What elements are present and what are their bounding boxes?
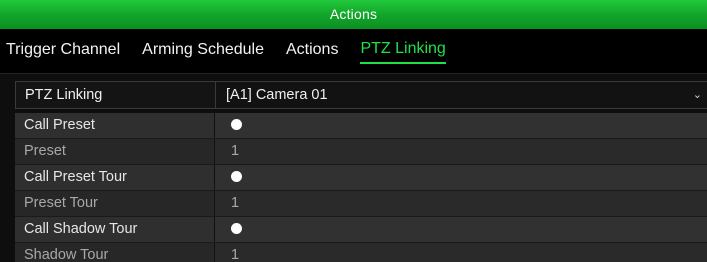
ptz-linking-selected-value: [A1] Camera 01 [226, 87, 328, 103]
call-preset-tour-value [215, 165, 707, 190]
call-preset-value [215, 113, 707, 138]
tab-actions[interactable]: Actions [286, 39, 338, 63]
ptz-linking-form: PTZ Linking [A1] Camera 01 ⌄ Call Preset… [15, 81, 707, 262]
chevron-down-icon[interactable]: ⌄ [693, 82, 702, 108]
tab-trigger-channel[interactable]: Trigger Channel [6, 39, 120, 63]
ptz-linking-row: PTZ Linking [A1] Camera 01 ⌄ [15, 81, 707, 109]
actions-window: Actions Trigger Channel Arming Schedule … [0, 0, 707, 262]
call-preset-row: Call Preset [15, 113, 707, 139]
call-preset-tour-radio[interactable] [231, 170, 242, 182]
call-preset-tour-row: Call Preset Tour [15, 165, 707, 191]
preset-tour-field[interactable]: 1 [215, 191, 707, 216]
tab-ptz-linking[interactable]: PTZ Linking [360, 38, 446, 64]
call-shadow-tour-value [215, 217, 707, 242]
call-shadow-tour-row: Call Shadow Tour [15, 217, 707, 243]
ptz-linking-select[interactable]: [A1] Camera 01 ⌄ [216, 82, 707, 108]
preset-label: Preset [15, 139, 215, 164]
preset-row: Preset 1 [15, 139, 707, 165]
shadow-tour-label: Shadow Tour [15, 243, 215, 262]
call-shadow-tour-label: Call Shadow Tour [15, 217, 215, 242]
shadow-tour-row: Shadow Tour 1 [15, 243, 707, 262]
preset-tour-label: Preset Tour [15, 191, 215, 216]
call-preset-tour-label: Call Preset Tour [15, 165, 215, 190]
call-preset-radio[interactable] [231, 118, 242, 130]
ptz-linking-label: PTZ Linking [16, 82, 216, 108]
preset-field[interactable]: 1 [215, 139, 707, 164]
preset-tour-row: Preset Tour 1 [15, 191, 707, 217]
shadow-tour-field[interactable]: 1 [215, 243, 707, 262]
window-title: Actions [0, 0, 707, 29]
call-preset-label: Call Preset [15, 113, 215, 138]
tab-arming-schedule[interactable]: Arming Schedule [142, 39, 264, 63]
call-shadow-tour-radio[interactable] [231, 222, 242, 234]
tab-bar: Trigger Channel Arming Schedule Actions … [0, 29, 707, 74]
